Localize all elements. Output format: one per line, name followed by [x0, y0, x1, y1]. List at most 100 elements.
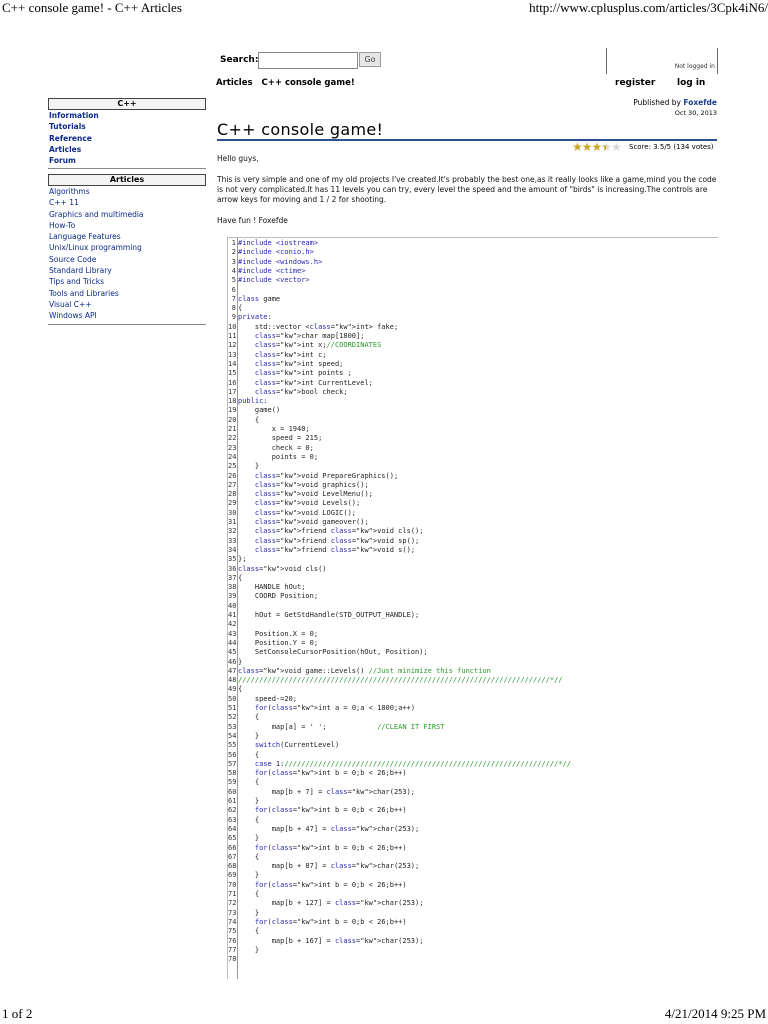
- line-number: 68: [228, 862, 237, 871]
- code-line: 66 for(class="kw">int b = 0;b < 26;b++): [228, 844, 407, 853]
- register-link[interactable]: register: [615, 78, 655, 88]
- login-link[interactable]: log in: [677, 78, 705, 88]
- code-line: 37{: [228, 574, 242, 583]
- breadcrumb-articles[interactable]: Articles: [216, 78, 253, 88]
- sidebar-item-tutorials[interactable]: Tutorials: [49, 121, 206, 132]
- code-text: }: [238, 462, 260, 471]
- code-text: }: [238, 945, 260, 954]
- code-text: for(class="kw">int b = 0;b < 26;b++): [254, 769, 407, 778]
- line-number: 5: [231, 276, 236, 285]
- login-box: Not logged in: [606, 48, 718, 74]
- code-text: points = 0;: [238, 452, 319, 461]
- code-text: Position.Y = 0;: [238, 638, 319, 647]
- line-number: 33: [228, 536, 237, 545]
- code-text: }: [238, 731, 260, 740]
- line-number: 44: [228, 638, 237, 647]
- code-text: case 1://///////////////////////////////…: [254, 759, 571, 768]
- sidebar-item-articles[interactable]: Articles: [49, 144, 206, 155]
- sidebar-item-graphics[interactable]: Graphics and multimedia: [49, 209, 206, 220]
- code-line: 51 for(class="kw">int a = 0;a < 1800;a++…: [228, 704, 415, 713]
- sidebar-item-source-code[interactable]: Source Code: [49, 254, 206, 265]
- line-number: 57: [228, 759, 237, 768]
- print-page-title: C++ console game! - C++ Articles: [2, 0, 182, 15]
- code-line: 20 {: [228, 416, 259, 425]
- code-text: speed = 215;: [238, 434, 323, 443]
- sidebar-item-information[interactable]: Information: [49, 110, 206, 121]
- sidebar-item-cpp11[interactable]: C++ 11: [49, 197, 206, 208]
- code-text: {: [238, 750, 260, 759]
- sidebar-item-windows-api[interactable]: Windows API: [49, 310, 206, 321]
- code-text: for(class="kw">int b = 0;b < 26;b++): [254, 843, 407, 852]
- line-number: 73: [228, 908, 237, 917]
- code-line: 8{: [228, 304, 242, 313]
- author-link[interactable]: Foxefde: [683, 98, 717, 107]
- line-number: 50: [228, 694, 237, 703]
- code-text: map[b + 47] = class="kw">char(253);: [238, 824, 420, 833]
- code-line: 76 map[b + 167] = class="kw">char(253);: [228, 936, 423, 946]
- code-line: 33 class="kw">friend class="kw">void sp(…: [228, 536, 419, 546]
- line-number: 54: [228, 731, 237, 740]
- sidebar-item-standard-library[interactable]: Standard Library: [49, 265, 206, 276]
- code-line: 5 #include <vector>: [228, 276, 310, 285]
- code-text: class="kw">void gameover();: [254, 518, 369, 526]
- line-number: 40: [228, 601, 237, 610]
- code-line: 60 map[b + 7] = class="kw">char(253);: [228, 788, 415, 797]
- code-line: 73 }: [228, 908, 259, 918]
- search-go-button[interactable]: Go: [359, 52, 381, 67]
- sidebar-item-unix-linux[interactable]: Unix/Linux programming: [49, 242, 206, 253]
- line-number: 76: [228, 936, 237, 945]
- code-text: class="kw">void cls(): [238, 564, 327, 573]
- code-line: 31 class="kw">void gameover();: [228, 518, 369, 527]
- line-number: 78: [228, 955, 237, 964]
- code-line: 24 points = 0;: [228, 452, 318, 462]
- line-number: 47: [228, 666, 237, 675]
- code-text: {: [238, 927, 260, 936]
- code-text: speed-=20;: [238, 694, 298, 703]
- code-text: {: [238, 685, 243, 694]
- line-number: 12: [228, 341, 237, 350]
- sidebar-item-forum[interactable]: Forum: [49, 155, 206, 166]
- sidebar-item-reference[interactable]: Reference: [49, 133, 206, 144]
- sidebar-item-visual-cpp[interactable]: Visual C++: [49, 299, 206, 310]
- code-line: 58 for(class="kw">int b = 0;b < 26;b++): [228, 769, 407, 778]
- line-number: 41: [228, 611, 237, 619]
- code-line: 29 class="kw">void Levels();: [228, 499, 360, 508]
- code-line: 22 speed = 215;: [228, 434, 322, 443]
- search-label: Search:: [220, 55, 259, 65]
- sidebar-item-tools-libraries[interactable]: Tools and Libraries: [49, 288, 206, 299]
- line-number: 29: [228, 499, 237, 508]
- code-text: #include <iostream>: [238, 239, 319, 247]
- sidebar-item-language-features[interactable]: Language Features: [49, 231, 206, 242]
- sidebar-item-algorithms[interactable]: Algorithms: [49, 186, 206, 197]
- star-rating-icon[interactable]: ★★★★★★: [572, 140, 622, 154]
- code-line: 50 speed-=20;: [228, 694, 297, 704]
- code-text: class="kw">void graphics();: [254, 480, 369, 489]
- code-line: 52 {: [228, 713, 259, 722]
- line-number: 24: [228, 452, 237, 461]
- code-line: 30 class="kw">void LOGIC();: [228, 509, 356, 518]
- line-number: 10: [228, 322, 237, 331]
- code-text: class="kw">void PrepareGraphics();: [254, 471, 399, 480]
- line-number: 46: [228, 657, 237, 666]
- line-number: 23: [228, 443, 237, 452]
- line-number: 38: [228, 583, 237, 592]
- search-input[interactable]: [258, 52, 358, 69]
- line-number: 72: [228, 899, 237, 908]
- published-by-label: Published by: [633, 98, 681, 107]
- code-line: 75 {: [228, 927, 259, 936]
- code-text: };: [238, 555, 247, 564]
- sidebar-item-tips-tricks[interactable]: Tips and Tricks: [49, 276, 206, 287]
- code-text: for(class="kw">int b = 0;b < 26;b++): [254, 917, 407, 926]
- code-text: x = 1940;: [238, 425, 310, 433]
- title-divider: [217, 139, 717, 141]
- sidebar-cpp-title: C++: [48, 98, 206, 110]
- sidebar-item-howto[interactable]: How-To: [49, 220, 206, 231]
- code-line: 14 class="kw">int speed;: [228, 360, 343, 369]
- line-number: 42: [228, 620, 237, 629]
- code-text: map[b + 87] = class="kw">char(253);: [238, 862, 420, 871]
- code-line: 78: [228, 955, 236, 964]
- line-number: 69: [228, 871, 237, 880]
- code-text: }: [238, 834, 260, 843]
- code-line: 65 }: [228, 834, 259, 843]
- code-line: 2 #include <conio.h>: [228, 248, 314, 257]
